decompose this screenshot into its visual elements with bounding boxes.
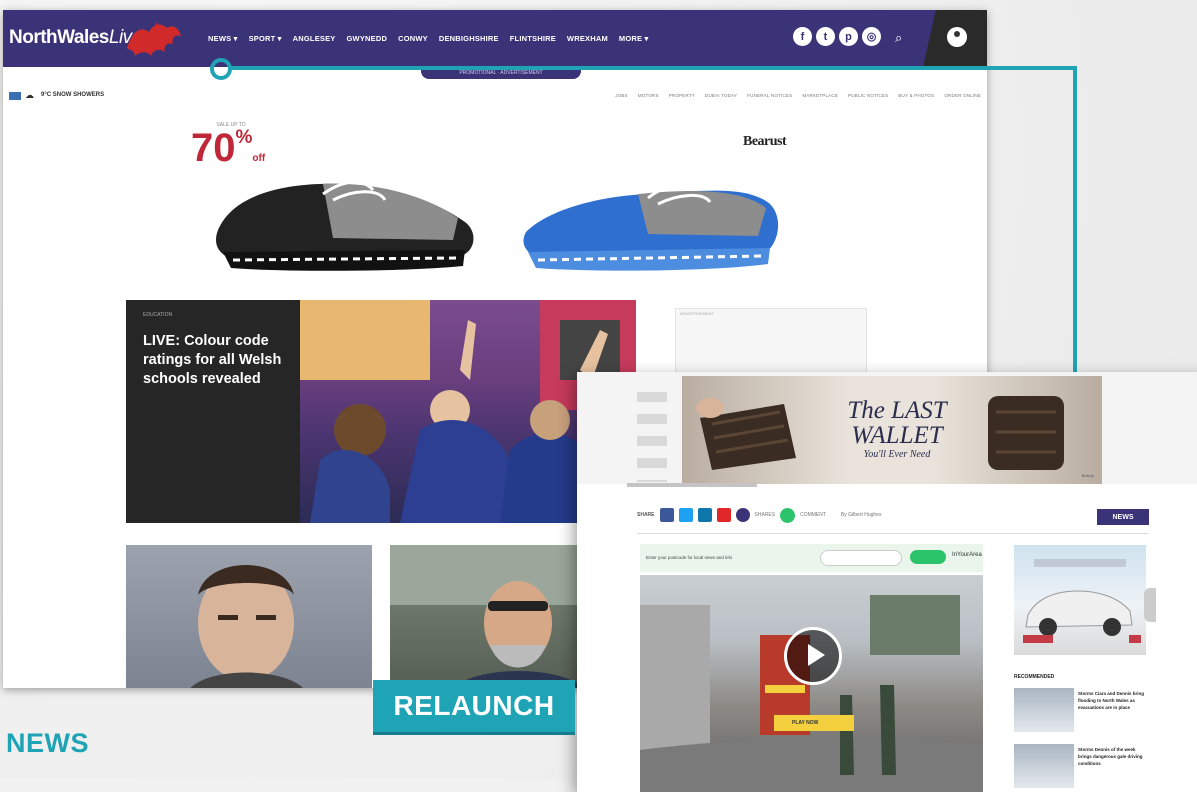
email-share-icon[interactable] (735, 508, 750, 522)
comment-icon[interactable] (780, 507, 796, 523)
sub-link-order[interactable]: ORDER ONLINE (944, 93, 981, 98)
nav-item-wrexham[interactable]: WREXHAM (567, 34, 608, 43)
facebook-icon[interactable]: f (793, 27, 812, 46)
nav-item-gwynedd[interactable]: GWYNEDD (347, 34, 388, 43)
connector-line-right (1073, 66, 1077, 376)
nav-item-sport[interactable]: SPORT ▾ (249, 34, 282, 43)
lead-story-text: EDUCATION LIVE: Colour code ratings for … (126, 300, 300, 523)
instagram-icon[interactable]: ◎ (862, 27, 881, 46)
flag-icon (9, 92, 21, 100)
recommended-heading: RECOMMENDED (1014, 674, 1055, 680)
sub-link-marketplace[interactable]: MARKETPLACE (802, 93, 838, 98)
nav-item-anglesey[interactable]: ANGLESEY (293, 34, 336, 43)
black-shoe-image[interactable] (203, 160, 493, 280)
story-thumbnail-man[interactable] (390, 545, 590, 688)
lead-story[interactable]: EDUCATION LIVE: Colour code ratings for … (126, 300, 636, 523)
carousel-arrow[interactable] (1144, 588, 1156, 622)
postcode-prompt: Enter your postcode for local news and i… (646, 555, 733, 560)
relaunch-label: RELAUNCH (373, 680, 575, 732)
flipboard-share-icon[interactable] (716, 508, 731, 522)
author-line[interactable]: By Gilbert Hughes (841, 512, 882, 518)
nav-item-flintshire[interactable]: FLINTSHIRE (510, 34, 556, 43)
search-icon[interactable]: ⌕ (895, 30, 902, 46)
sub-link-funeral[interactable]: FUNERAL NOTICES (747, 93, 792, 98)
pinterest-icon[interactable]: p (839, 27, 858, 46)
sub-link-motors[interactable]: MOTORS (638, 93, 659, 98)
nav-item-denbighshire[interactable]: DENBIGHSHIRE (439, 34, 499, 43)
advert-cta-button[interactable] (1023, 635, 1053, 643)
nav-item-news[interactable]: NEWS ▾ (208, 34, 238, 43)
wallet-image-left (696, 398, 796, 470)
sub-link-photos[interactable]: BUY & PHOTOS (898, 93, 934, 98)
news-category-tag[interactable]: NEWS (1097, 509, 1149, 525)
story-thumbnail-mugshot[interactable] (126, 545, 372, 688)
lead-story-kicker: EDUCATION (143, 312, 173, 318)
video-cta[interactable]: PLAY NOW (774, 715, 854, 731)
lead-story-headline[interactable]: LIVE: Colour code ratings for all Welsh … (143, 332, 293, 389)
play-button[interactable] (784, 627, 842, 685)
postcode-widget: Enter your postcode for local news and i… (640, 544, 983, 572)
sub-link-dubai[interactable]: DUBAI TODAY (705, 93, 737, 98)
weather-text: 9°C SNOW SHOWERS (41, 92, 105, 98)
social-links: f t p ◎ (793, 27, 881, 46)
account-icon[interactable] (947, 27, 967, 47)
byline-bar (627, 483, 757, 487)
sub-link-property[interactable]: PROPERTY (669, 93, 695, 98)
site-logo[interactable]: NorthWalesLive (9, 27, 142, 49)
sub-link-jobs[interactable]: JOBS (615, 93, 628, 98)
highlight-circle (210, 58, 232, 80)
video-player[interactable]: PLAY NOW (640, 575, 983, 792)
share-count: SHARES (754, 512, 776, 518)
twitter-icon[interactable]: t (816, 27, 835, 46)
nav-item-conwy[interactable]: CONWY (398, 34, 428, 43)
advert-close-button[interactable] (1129, 635, 1141, 643)
twitter-share-icon[interactable] (678, 508, 693, 522)
recommended-title[interactable]: Storms Dennis of the week brings dangero… (1078, 746, 1144, 767)
welsh-dragon-icon (127, 22, 181, 56)
nav-item-more[interactable]: MORE ▾ (619, 34, 649, 43)
recommended-item[interactable]: Storms Dennis of the week brings dangero… (1014, 744, 1146, 788)
wallet-ad-brand: Bellroy (1081, 473, 1094, 478)
postcode-go-button[interactable] (910, 550, 946, 564)
article-page-screenshot: The LAST WALLET You'll Ever Need Bellroy… (577, 372, 1197, 792)
site-header: NorthWalesLive NEWS ▾ SPORT ▾ ANGLESEY G… (3, 10, 987, 67)
facebook-share-icon[interactable] (659, 508, 674, 522)
recommended-title[interactable]: Storms Ciara and Dennis bring flooding t… (1078, 690, 1144, 711)
divider (637, 533, 1149, 534)
news-section-label: NEWS (6, 728, 89, 758)
postcode-input[interactable] (820, 550, 902, 566)
postcode-brand: InYourArea (952, 552, 982, 558)
share-bar: SHARE SHARES COMMENT By Gilbert Hughes (637, 505, 882, 525)
comment-label[interactable]: COMMENT (800, 512, 826, 518)
sub-link-public-notices[interactable]: PUBLIC NOTICES (848, 93, 888, 98)
share-label: SHARE (637, 512, 655, 518)
weather-icon: ☁ (25, 90, 34, 100)
main-nav: NEWS ▾ SPORT ▾ ANGLESEY GWYNEDD CONWY DE… (208, 34, 648, 43)
sub-links: JOBS MOTORS PROPERTY DUBAI TODAY FUNERAL… (615, 93, 981, 98)
wallet-image-right (988, 396, 1064, 470)
recommended-item[interactable]: Storms Ciara and Dennis bring flooding t… (1014, 688, 1146, 732)
wallet-ad-slogan: The LAST WALLET You'll Ever Need (847, 397, 947, 460)
recommended-thumbnail (1014, 744, 1074, 788)
wallet-advert[interactable]: The LAST WALLET You'll Ever Need Bellroy (682, 376, 1102, 484)
sub-header: ☁ 9°C SNOW SHOWERS JOBS MOTORS PROPERTY … (3, 88, 987, 104)
shoe-brand: Bearust (743, 134, 787, 149)
blue-shoe-image[interactable] (508, 160, 798, 280)
recommended-thumbnail (1014, 688, 1074, 732)
connector-line-top (230, 66, 1077, 70)
linkedin-share-icon[interactable] (697, 508, 712, 522)
